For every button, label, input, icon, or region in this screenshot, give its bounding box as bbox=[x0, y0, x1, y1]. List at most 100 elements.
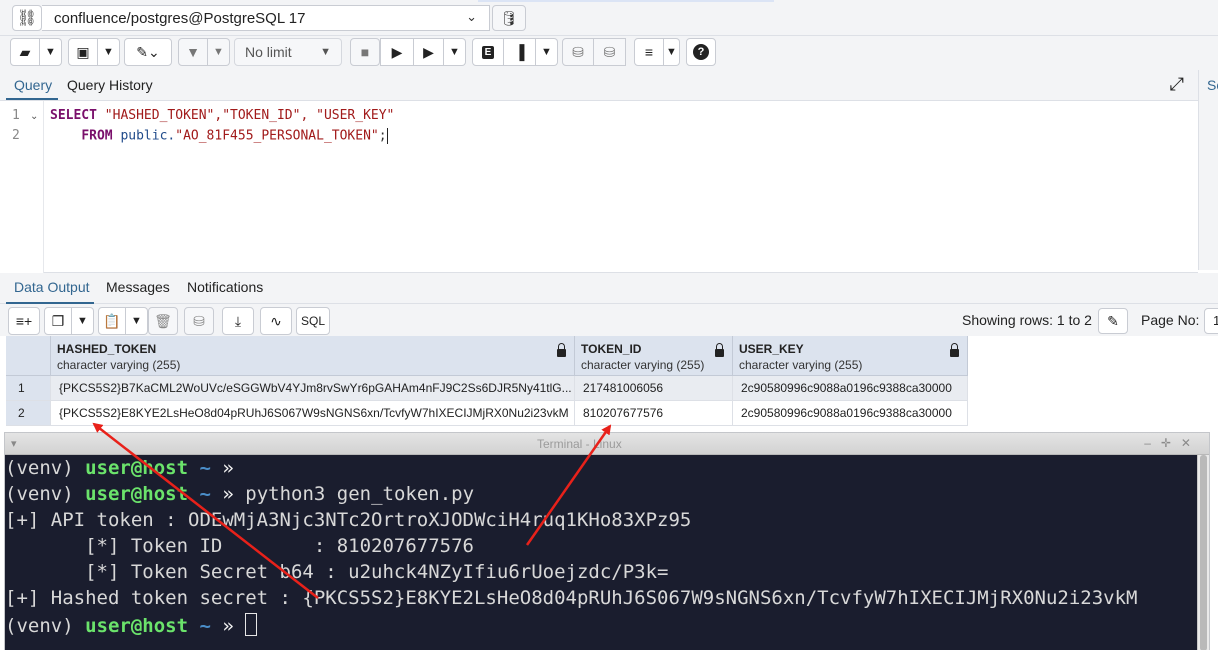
edit-range-button[interactable]: ✎ bbox=[1098, 308, 1128, 334]
sql-view-button[interactable]: SQL bbox=[296, 307, 330, 335]
tab-query-history[interactable]: Query History bbox=[67, 77, 153, 93]
execute-button[interactable]: ▶ bbox=[380, 38, 414, 66]
save-file-button[interactable]: ▣ bbox=[68, 38, 98, 66]
tab-messages[interactable]: Messages bbox=[106, 279, 170, 295]
column-type: character varying (255) bbox=[581, 358, 705, 372]
filter-icon: ▼ bbox=[186, 44, 200, 60]
expand-icon[interactable]: ⤢ bbox=[1170, 74, 1184, 95]
chevron-down-icon: ▼ bbox=[103, 46, 114, 58]
column-name: HASHED_TOKEN bbox=[57, 342, 157, 356]
commit-button[interactable]: ⛁ bbox=[562, 38, 594, 66]
new-connection-button[interactable]: 🛢 bbox=[492, 5, 526, 31]
copy-dropdown[interactable]: ▼ bbox=[72, 307, 94, 335]
connection-select[interactable]: confluence/postgres@PostgreSQL 17 ⌄ bbox=[42, 5, 490, 31]
link-icon: ⛓ bbox=[16, 10, 38, 27]
cell-token-id[interactable]: 810207677576 bbox=[575, 401, 733, 426]
terminal-title: Terminal - Linux bbox=[537, 437, 622, 451]
list-icon: ≡ bbox=[644, 44, 654, 60]
paste-button[interactable]: 📋 bbox=[98, 307, 126, 335]
filter-button[interactable]: ▼ bbox=[178, 38, 208, 66]
row-number[interactable]: 1 bbox=[6, 376, 51, 401]
terminal-window[interactable]: ▾ Terminal - Linux –✛✕ (venv) user@host … bbox=[4, 432, 1210, 650]
terminal-line: [+] API token : ODEwMjA3Njc3NTc2OrtroXJO… bbox=[5, 509, 692, 531]
prompt-dir: ~ bbox=[188, 457, 223, 479]
copy-button[interactable]: ❐ bbox=[44, 307, 72, 335]
explain-dropdown[interactable]: ▼ bbox=[536, 38, 558, 66]
column-header-token-id[interactable]: TOKEN_ID character varying (255) bbox=[575, 336, 733, 376]
explain-analyze-button[interactable]: ▐ bbox=[504, 38, 536, 66]
tab-query[interactable]: Query bbox=[14, 77, 52, 93]
sql-editor[interactable]: 1 ⌄ 2 SELECT "HASHED_TOKEN","TOKEN_ID", … bbox=[0, 101, 1198, 273]
help-icon: ? bbox=[693, 44, 709, 60]
stop-button[interactable]: ■ bbox=[350, 38, 380, 66]
scratch-pad-tab[interactable]: Sc bbox=[1207, 77, 1218, 93]
filter-dropdown[interactable]: ▼ bbox=[208, 38, 230, 66]
edit-menu-button[interactable]: ✎⌄ bbox=[124, 38, 172, 66]
prompt-user: user@host bbox=[85, 615, 189, 637]
terminal-cursor bbox=[245, 613, 258, 636]
window-controls[interactable]: –✛✕ bbox=[1144, 436, 1201, 450]
help-button[interactable]: ? bbox=[686, 38, 716, 66]
fold-chevron-icon[interactable]: ⌄ bbox=[30, 111, 38, 122]
terminal-line: (venv) user@host ~ » bbox=[5, 613, 258, 637]
chevron-down-icon: ▼ bbox=[77, 315, 88, 327]
execute-options-button[interactable]: ▶ bbox=[414, 38, 444, 66]
caret-down-icon: ▼ bbox=[320, 46, 331, 58]
download-icon: ⤓ bbox=[234, 312, 242, 329]
graph-visualiser-button[interactable]: ∿ bbox=[260, 307, 292, 335]
prompt-arrow: » bbox=[222, 615, 234, 637]
open-file-dropdown[interactable]: ▼ bbox=[40, 38, 62, 66]
cell-hashed-token[interactable]: {PKCS5S2}B7KaCML2WoUVc/eSGGWbV4YJm8rvSwY… bbox=[51, 376, 575, 401]
terminal-titlebar[interactable]: ▾ Terminal - Linux –✛✕ bbox=[5, 433, 1209, 455]
lock-icon bbox=[557, 343, 566, 357]
page-number-input[interactable]: 1 bbox=[1204, 308, 1218, 334]
tab-notifications[interactable]: Notifications bbox=[187, 279, 263, 295]
row-limit-select[interactable]: No limit ▼ bbox=[234, 38, 342, 66]
prompt-arrow: » bbox=[222, 457, 234, 479]
rollback-button[interactable]: ⛁ bbox=[594, 38, 626, 66]
terminal-output[interactable]: (venv) user@host ~ » (venv) user@host ~ … bbox=[5, 455, 1209, 650]
sql-label: SQL bbox=[300, 314, 325, 328]
cell-hashed-token[interactable]: {PKCS5S2}E8KYE2LsHeO8d04pRUhJ6S067W9sNGN… bbox=[51, 401, 575, 426]
execute-dropdown[interactable]: ▼ bbox=[444, 38, 466, 66]
column-header-user-key[interactable]: USER_KEY character varying (255) bbox=[733, 336, 968, 376]
clipboard-icon: 📋 bbox=[103, 312, 121, 329]
copy-icon: ❐ bbox=[51, 312, 65, 329]
rows-info: Showing rows: 1 to 2 bbox=[962, 312, 1092, 328]
chevron-down-icon: ⌄ bbox=[466, 9, 477, 24]
macros-dropdown[interactable]: ▼ bbox=[664, 38, 680, 66]
download-button[interactable]: ⤓ bbox=[222, 307, 254, 335]
pencil-icon: ✎⌄ bbox=[136, 43, 160, 60]
connection-status-button[interactable]: ⛓ bbox=[12, 5, 42, 31]
line-number: 1 bbox=[12, 108, 20, 123]
cell-token-id[interactable]: 217481006056 bbox=[575, 376, 733, 401]
play-step-icon: ▶ bbox=[423, 43, 434, 60]
terminal-line: [*] Token Secret b64 : u2uhck4NZyIfiu6rU… bbox=[5, 561, 669, 583]
schema-name: public. bbox=[120, 128, 176, 144]
query-toolbar: ▰ ▼ ▣ ▼ ✎⌄ ▼ ▼ No limit ▼ ■ ▶ ▶ ▼ E ▐ ▼ … bbox=[0, 36, 1218, 70]
prompt-user: user@host bbox=[85, 457, 189, 479]
active-tab-indicator bbox=[6, 98, 58, 100]
folder-icon: ▰ bbox=[19, 43, 31, 60]
delete-button[interactable]: 🗑 bbox=[148, 307, 178, 335]
column-header-hashed-token[interactable]: HASHED_TOKEN character varying (255) bbox=[51, 336, 575, 376]
scrollbar-thumb[interactable] bbox=[1200, 455, 1207, 650]
chevron-down-icon: ▼ bbox=[541, 46, 552, 58]
cell-user-key[interactable]: 2c90580996c9088a0196c9388ca30000 bbox=[733, 376, 968, 401]
line-number: 2 bbox=[12, 128, 20, 143]
add-row-button[interactable]: ≡+ bbox=[8, 307, 40, 335]
code-line-2: FROM public."AO_81F455_PERSONAL_TOKEN"; bbox=[50, 128, 388, 144]
paste-dropdown[interactable]: ▼ bbox=[126, 307, 148, 335]
open-file-button[interactable]: ▰ bbox=[10, 38, 40, 66]
save-file-dropdown[interactable]: ▼ bbox=[98, 38, 120, 66]
terminal-line: (venv) user@host ~ » python3 gen_token.p… bbox=[5, 483, 474, 505]
tab-data-output[interactable]: Data Output bbox=[14, 279, 90, 295]
terminal-scrollbar[interactable] bbox=[1197, 455, 1209, 650]
window-menu-icon[interactable]: ▾ bbox=[11, 437, 17, 450]
row-number[interactable]: 2 bbox=[6, 401, 51, 426]
cell-user-key[interactable]: 2c90580996c9088a0196c9388ca30000 bbox=[733, 401, 968, 426]
prompt-dir: ~ bbox=[188, 483, 223, 505]
save-data-button[interactable]: ⛁ bbox=[184, 307, 214, 335]
explain-button[interactable]: E bbox=[472, 38, 504, 66]
macros-button[interactable]: ≡ bbox=[634, 38, 664, 66]
